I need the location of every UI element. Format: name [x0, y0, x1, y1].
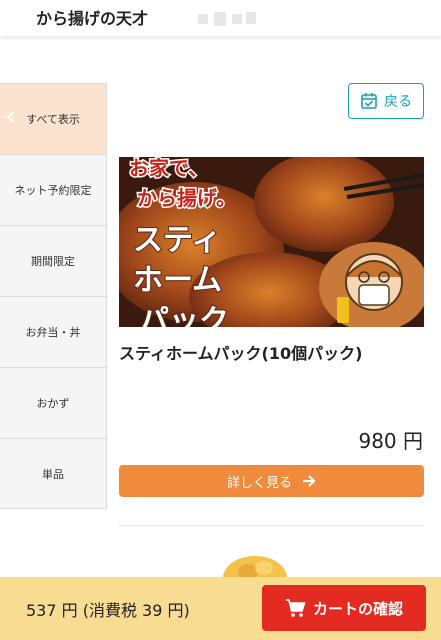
sidebar-item-label: 期間限定: [31, 255, 75, 268]
product-price: 980 円: [358, 429, 423, 453]
sidebar-item-all[interactable]: すべて表示: [0, 83, 107, 154]
faded-logo-icon: [198, 12, 256, 26]
stay-home-pack-illustration: お家で、 から揚げ。 スティ ホーム パック: [119, 157, 424, 327]
page-title: から揚げの天才: [36, 9, 149, 28]
product-image[interactable]: お家で、 から揚げ。 スティ ホーム パック: [119, 157, 424, 327]
sidebar-item-label: すべて表示: [26, 113, 80, 126]
view-cart-button[interactable]: カートの確認: [262, 585, 426, 631]
chevron-left-icon: [6, 111, 15, 123]
next-product-image-peek: [223, 556, 287, 578]
category-sidebar: すべて表示 ネット予約限定 期間限定 お弁当・丼 おかず 単品: [0, 83, 107, 509]
image-text-line: お家で、: [129, 157, 208, 180]
sidebar-item-limited[interactable]: 期間限定: [0, 225, 107, 296]
details-button[interactable]: 詳しく見る: [119, 465, 424, 497]
calendar-check-icon: [361, 93, 377, 109]
sidebar-item-label: ネット予約限定: [14, 184, 92, 197]
cart-summary-bar: 537 円 (消費税 39 円) カートの確認: [0, 577, 441, 640]
cart-total: 537 円 (消費税 39 円): [26, 601, 190, 620]
product-name[interactable]: スティホームパック(10個パック): [119, 340, 362, 364]
sidebar-item-single[interactable]: 単品: [0, 438, 107, 509]
sidebar-item-label: 単品: [42, 467, 64, 481]
details-button-label: 詳しく見る: [226, 475, 292, 491]
product-divider: [119, 525, 424, 526]
sidebar-item-label: おかず: [36, 397, 70, 410]
sidebar-item-label: お弁当・丼: [25, 326, 81, 339]
image-text-line: ホーム: [133, 263, 222, 298]
arrow-right-icon: [303, 475, 316, 487]
sidebar-item-net-reservation[interactable]: ネット予約限定: [0, 154, 107, 225]
cart-icon: [285, 599, 306, 617]
back-button[interactable]: 戻る: [348, 83, 424, 119]
app-header: から揚げの天才: [0, 0, 441, 36]
image-text-line: から揚げ。: [137, 186, 236, 210]
image-text-line: パック: [139, 304, 229, 327]
image-text-line: スティ: [133, 223, 221, 258]
view-cart-label: カートの確認: [312, 599, 403, 618]
sidebar-item-okazu[interactable]: おかず: [0, 367, 107, 438]
back-button-label: 戻る: [384, 94, 412, 110]
sidebar-item-bento[interactable]: お弁当・丼: [0, 296, 107, 367]
